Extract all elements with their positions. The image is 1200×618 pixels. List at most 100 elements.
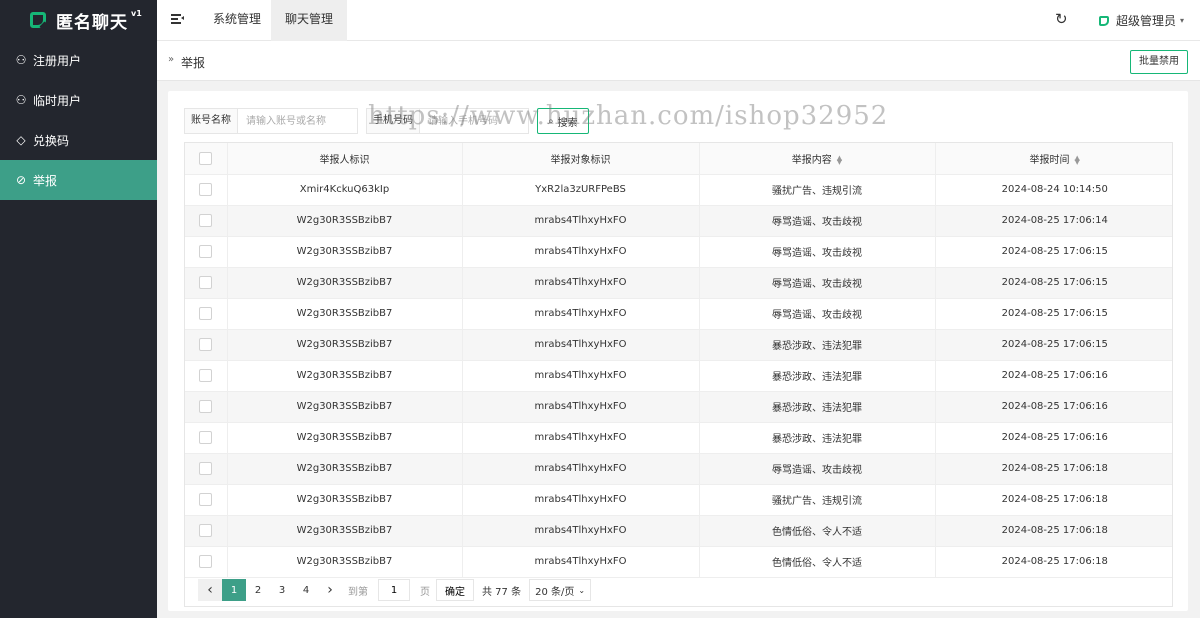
sidebar-item-registered-users[interactable]: ⚇ 注册用户 <box>0 40 157 80</box>
report-time-cell: 2024-08-25 17:06:15 <box>935 267 1172 299</box>
table-row: W2g30R3SSBzibB7 mrabs4TlhxyHxFO 辱骂造谣、攻击歧视 2… <box>185 236 1172 268</box>
report-time-cell: 2024-08-25 17:06:15 <box>935 298 1172 330</box>
row-select-cell <box>185 205 228 237</box>
table-row: W2g30R3SSBzibB7 mrabs4TlhxyHxFO 色情低俗、令人不适 2… <box>185 546 1172 578</box>
row-checkbox[interactable] <box>199 555 213 568</box>
search-button[interactable]: ⌕ 搜索 <box>537 108 589 134</box>
target-id-cell: mrabs4TlhxyHxFO <box>462 267 700 299</box>
reporter-id-cell: W2g30R3SSBzibB7 <box>227 422 463 454</box>
row-select-cell <box>185 174 228 206</box>
row-checkbox[interactable] <box>199 369 213 382</box>
table-row: Xmir4KckuQ63kIp YxR2la3zURFPeBS 骚扰广告、违规引流 2… <box>185 174 1172 206</box>
row-checkbox[interactable] <box>199 276 213 289</box>
search-icon: ⌕ <box>548 115 554 127</box>
report-content-cell: 骚扰广告、违规引流 <box>699 174 936 206</box>
table-row: W2g30R3SSBzibB7 mrabs4TlhxyHxFO 色情低俗、令人不适 2… <box>185 515 1172 547</box>
page-4-button[interactable]: 4 <box>294 579 318 601</box>
row-select-cell <box>185 360 228 392</box>
batch-disable-button[interactable]: 批量禁用 <box>1130 50 1188 74</box>
report-time-cell: 2024-08-24 10:14:50 <box>935 174 1172 206</box>
report-time-cell: 2024-08-25 17:06:18 <box>935 484 1172 516</box>
tab-system-management[interactable]: 系统管理 <box>199 0 275 41</box>
sidebar-item-reports[interactable]: ⊘ 举报 <box>0 160 157 200</box>
row-select-cell <box>185 267 228 299</box>
row-checkbox[interactable] <box>199 493 213 506</box>
prev-page-icon[interactable]: ‹ <box>198 579 222 601</box>
ban-icon: ⊘ <box>15 173 27 187</box>
report-time-cell: 2024-08-25 17:06:16 <box>935 391 1172 423</box>
report-content-cell: 暴恐涉政、违法犯罪 <box>699 329 936 361</box>
sort-icon[interactable]: ▲ ▼ <box>1075 154 1080 165</box>
total-count: 共 77 条 <box>482 586 522 598</box>
report-content-cell: 骚扰广告、违规引流 <box>699 484 936 516</box>
user-logo-icon <box>1099 15 1109 26</box>
target-id-cell: mrabs4TlhxyHxFO <box>462 515 700 547</box>
next-page-icon[interactable]: › <box>318 579 342 601</box>
report-time-cell: 2024-08-25 17:06:16 <box>935 360 1172 392</box>
report-table: 举报人标识 举报对象标识 举报内容 ▲ ▼ 举报时间 ▲ ▼ Xmir4KckuQ63k… <box>184 142 1173 607</box>
row-select-cell <box>185 546 228 578</box>
row-checkbox[interactable] <box>199 524 213 537</box>
sidebar-item-temp-users[interactable]: ⚇ 临时用户 <box>0 80 157 120</box>
select-all-checkbox[interactable] <box>199 151 213 165</box>
column-time[interactable]: 举报时间 ▲ ▼ <box>935 143 1172 175</box>
sidebar-item-redeem-codes[interactable]: ◇ 兑换码 <box>0 120 157 160</box>
reporter-id-cell: Xmir4KckuQ63kIp <box>227 174 463 206</box>
row-checkbox[interactable] <box>199 338 213 351</box>
table-row: W2g30R3SSBzibB7 mrabs4TlhxyHxFO 暴恐涉政、违法犯罪 2… <box>185 391 1172 423</box>
row-select-cell <box>185 422 228 454</box>
page-size-select[interactable]: 20 条/页 ⌄ <box>529 579 592 601</box>
user-name: 超级管理员 <box>1116 14 1177 28</box>
page-3-button[interactable]: 3 <box>270 579 294 601</box>
report-content-cell: 色情低俗、令人不适 <box>699 546 936 578</box>
app-logo[interactable]: 匿名聊天 v1 <box>0 0 157 40</box>
row-checkbox[interactable] <box>199 431 213 444</box>
column-target-id: 举报对象标识 <box>462 143 700 175</box>
row-checkbox[interactable] <box>199 400 213 413</box>
report-time-cell: 2024-08-25 17:06:15 <box>935 329 1172 361</box>
goto-confirm-button[interactable]: 确定 <box>436 579 474 601</box>
sort-icon[interactable]: ▲ ▼ <box>837 154 842 165</box>
report-content-cell: 辱骂造谣、攻击歧视 <box>699 205 936 237</box>
report-card: 账号名称 手机号码 ⌕ 搜索 举报人标识 举报对象标识 举报内容 ▲▼ <box>168 91 1188 611</box>
column-label: 举报时间 <box>1029 154 1070 166</box>
table-row: W2g30R3SSBzibB7 mrabs4TlhxyHxFO 暴恐涉政、违法犯罪 2… <box>185 422 1172 454</box>
report-time-cell: 2024-08-25 17:06:16 <box>935 422 1172 454</box>
diamond-icon: ◇ <box>16 133 26 147</box>
column-content[interactable]: 举报内容 ▲ ▼ <box>699 143 936 175</box>
refresh-icon[interactable]: ↻ <box>1055 10 1068 28</box>
goto-prefix: 到第 <box>348 586 368 598</box>
row-select-cell <box>185 391 228 423</box>
row-checkbox[interactable] <box>199 214 213 227</box>
row-checkbox[interactable] <box>199 183 213 196</box>
row-checkbox[interactable] <box>199 462 213 475</box>
breadcrumb-arrow-icon: » <box>168 54 175 65</box>
pagination: ‹ 1 2 3 4 › 到第 页 确定 共 77 条 20 条/页 ⌄ <box>198 578 592 602</box>
row-checkbox[interactable] <box>199 245 213 258</box>
table-row: W2g30R3SSBzibB7 mrabs4TlhxyHxFO 辱骂造谣、攻击歧视 2… <box>185 298 1172 330</box>
report-content-cell: 辱骂造谣、攻击歧视 <box>699 298 936 330</box>
user-icon: ⚇ <box>15 53 27 67</box>
account-search-input[interactable] <box>237 108 358 134</box>
user-menu[interactable]: 超级管理员 ▾ <box>1099 12 1184 29</box>
breadcrumb: » 举报 批量禁用 <box>157 41 1200 81</box>
row-select-cell <box>185 453 228 485</box>
reporter-id-cell: W2g30R3SSBzibB7 <box>227 453 463 485</box>
top-header: 系统管理 聊天管理 ↻ 超级管理员 ▾ <box>157 0 1200 41</box>
reporter-id-cell: W2g30R3SSBzibB7 <box>227 205 463 237</box>
phone-search-input[interactable] <box>419 108 529 134</box>
page-1-button[interactable]: 1 <box>222 579 246 601</box>
goto-page-input[interactable] <box>378 579 410 601</box>
column-label: 举报人标识 <box>319 154 370 166</box>
tab-chat-management[interactable]: 聊天管理 <box>271 0 348 41</box>
target-id-cell: mrabs4TlhxyHxFO <box>462 205 700 237</box>
table-row: W2g30R3SSBzibB7 mrabs4TlhxyHxFO 暴恐涉政、违法犯罪 2… <box>185 360 1172 392</box>
column-label: 举报对象标识 <box>550 154 611 166</box>
app-name: 匿名聊天 <box>56 12 128 33</box>
column-label: 举报内容 <box>791 154 832 166</box>
page-2-button[interactable]: 2 <box>246 579 270 601</box>
user-temp-icon: ⚇ <box>15 93 27 107</box>
row-checkbox[interactable] <box>199 307 213 320</box>
menu-toggle-icon[interactable] <box>169 11 185 27</box>
chevron-down-icon: ▾ <box>1180 16 1185 25</box>
